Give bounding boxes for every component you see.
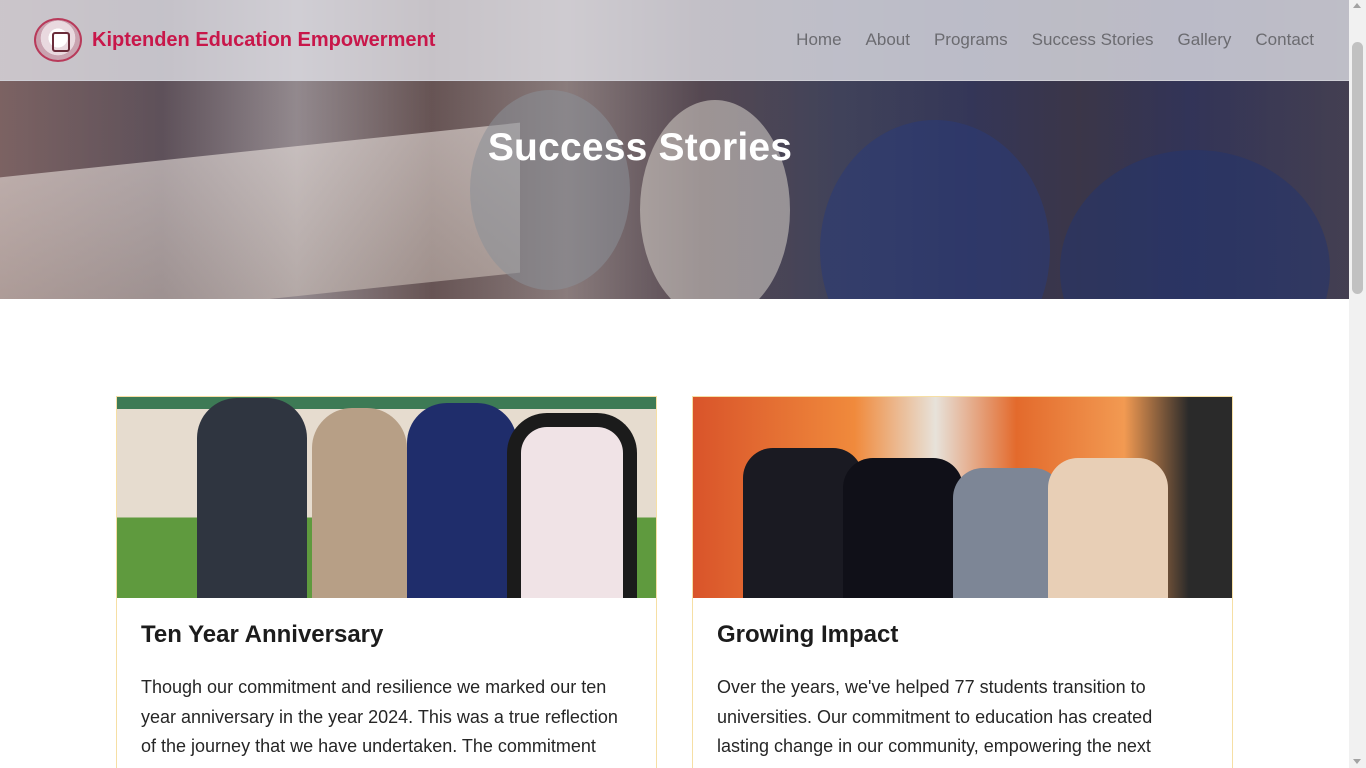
photo-figure bbox=[507, 413, 637, 598]
hero-person-shape bbox=[1060, 150, 1330, 299]
navbar: Kiptenden Education Empowerment Home Abo… bbox=[0, 0, 1349, 81]
page-scrollbar[interactable] bbox=[1349, 0, 1366, 768]
nav-link-home[interactable]: Home bbox=[796, 30, 841, 50]
story-card-title: Ten Year Anniversary bbox=[141, 621, 384, 648]
nav-link-gallery[interactable]: Gallery bbox=[1178, 30, 1232, 50]
story-card-text: Over the years, we've helped 77 students… bbox=[717, 677, 1153, 768]
main-nav: Home About Programs Success Stories Gall… bbox=[796, 30, 1314, 50]
story-card-anniversary: Ten Year Anniversary Though our commitme… bbox=[116, 396, 657, 768]
brand-logo bbox=[34, 18, 82, 62]
nav-link-success-stories[interactable]: Success Stories bbox=[1032, 30, 1154, 50]
page-title: Success Stories bbox=[487, 126, 793, 169]
photo-figure bbox=[407, 403, 517, 598]
story-card-text: Though our commitment and resilience we … bbox=[141, 677, 618, 768]
story-card-image bbox=[117, 397, 656, 598]
photo-figure bbox=[953, 468, 1063, 598]
scrollbar-thumb[interactable] bbox=[1352, 42, 1363, 294]
nav-link-programs[interactable]: Programs bbox=[934, 30, 1008, 50]
nav-link-about[interactable]: About bbox=[866, 30, 910, 50]
brand-name: Kiptenden Education Empowerment bbox=[92, 28, 436, 51]
photo-figure bbox=[843, 458, 963, 598]
story-card-impact: Growing Impact Over the years, we've hel… bbox=[692, 396, 1233, 768]
photo-figure bbox=[197, 398, 307, 598]
brand[interactable]: Kiptenden Education Empowerment bbox=[34, 18, 435, 62]
nav-link-contact[interactable]: Contact bbox=[1255, 30, 1314, 50]
scroll-down-arrow-icon[interactable] bbox=[1353, 759, 1361, 764]
hero-person-shape bbox=[470, 90, 630, 290]
story-card-image bbox=[693, 397, 1232, 598]
story-card-title: Growing Impact bbox=[717, 621, 899, 648]
photo-figure bbox=[1048, 458, 1168, 598]
scroll-up-arrow-icon[interactable] bbox=[1353, 3, 1361, 8]
photo-figure bbox=[312, 408, 407, 598]
